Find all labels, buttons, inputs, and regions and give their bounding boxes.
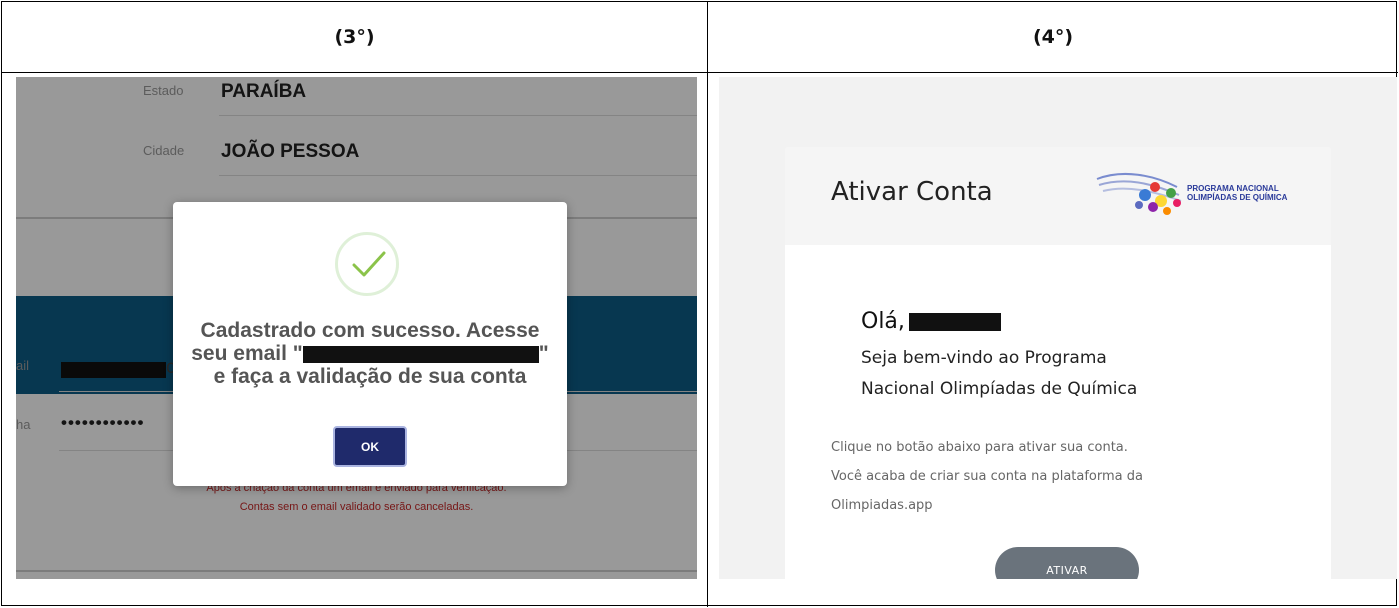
name-redaction xyxy=(908,313,1001,331)
logo-graphic-icon xyxy=(1096,173,1182,215)
email-redaction-inline xyxy=(302,345,539,363)
column-divider xyxy=(707,2,708,607)
email-card-body: Olá, Seja bem-vindo ao Programa Nacional… xyxy=(785,245,1331,579)
welcome-message: Seja bem-vindo ao Programa Nacional Olim… xyxy=(861,348,1138,399)
activate-button[interactable]: ATIVAR xyxy=(995,547,1139,579)
success-message-line2: seu email " " xyxy=(191,342,549,365)
step-4-header: (4°) xyxy=(708,2,1398,73)
success-message-line3: e faça a validação de sua conta xyxy=(213,365,527,388)
success-message: Cadastrado com sucesso. Acesse seu email… xyxy=(183,319,557,388)
step-3-header: (3°) xyxy=(2,2,707,73)
ok-button[interactable]: OK xyxy=(333,426,407,467)
activation-instructions: Clique no botão abaixo para ativar sua c… xyxy=(831,440,1143,513)
success-check-icon xyxy=(335,232,399,296)
success-message-line1: Cadastrado com sucesso. Acesse xyxy=(200,319,540,342)
olympiad-logo: PROGRAMA NACIONAL OLIMPÍADAS DE QUÍMICA xyxy=(1093,165,1288,221)
email-title: Ativar Conta xyxy=(831,177,993,207)
logo-text: PROGRAMA NACIONAL OLIMPÍADAS DE QUÍMICA xyxy=(1187,184,1288,202)
activation-email-screenshot: Ativar Conta PROGRAMA NACIONAL OLIMPÍADA… xyxy=(719,77,1397,579)
success-dialog: Cadastrado com sucesso. Acesse seu email… xyxy=(173,202,567,486)
greeting: Olá, xyxy=(861,309,1001,334)
email-card-header: Ativar Conta PROGRAMA NACIONAL OLIMPÍADA… xyxy=(785,147,1331,245)
